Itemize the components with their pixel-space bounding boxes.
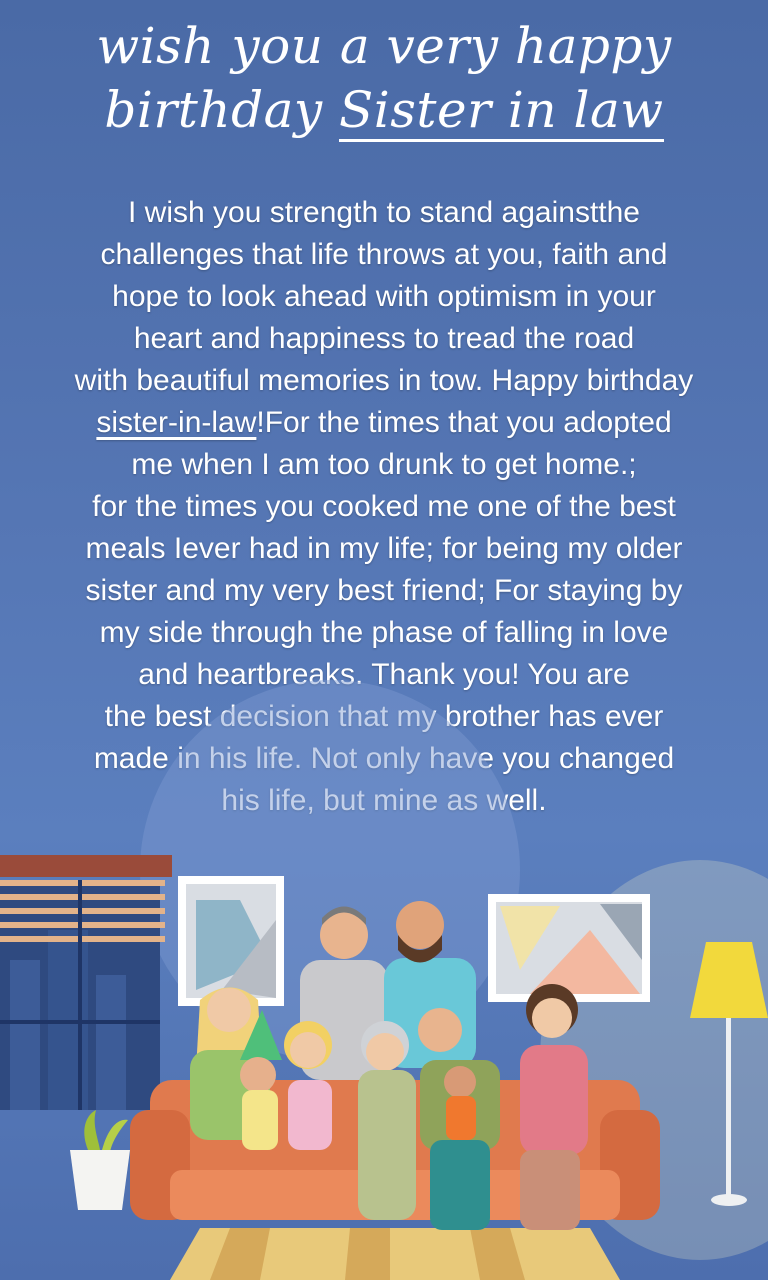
potted-plant-icon bbox=[70, 1110, 130, 1210]
message-line-rest: !For the times that you adopted bbox=[256, 406, 672, 439]
greeting-title: wish you a very happy birthday Sister in… bbox=[0, 14, 768, 142]
toddler-seated bbox=[444, 1066, 476, 1140]
message-line: sister-in-law!For the times that you ado… bbox=[8, 402, 760, 444]
girl-seated bbox=[284, 1021, 332, 1150]
message-line: hope to look ahead with optimism in your bbox=[112, 280, 656, 313]
title-line-2-prefix: birthday bbox=[104, 81, 340, 139]
message-line: me when I am too drunk to get home.; bbox=[131, 448, 637, 481]
title-line-1: wish you a very happy bbox=[96, 17, 672, 75]
wall-picture-icon bbox=[488, 894, 650, 1002]
message-line: I wish you strength to stand againstthe bbox=[128, 196, 640, 229]
message-line: with beautiful memories in tow. Happy bi… bbox=[74, 364, 694, 397]
message-line: meals Iever had in my life; for being my… bbox=[85, 532, 683, 565]
family-on-sofa-illustration bbox=[0, 680, 768, 1280]
message-line: for the times you cooked me one of the b… bbox=[92, 490, 676, 523]
message-line: my side through the phase of falling in … bbox=[99, 616, 669, 649]
message-line: heart and happiness to tread the road bbox=[133, 322, 635, 355]
window-blinds-icon bbox=[0, 855, 172, 1110]
grandmother-seated bbox=[358, 1021, 416, 1220]
sister-in-law-link[interactable]: sister-in-law bbox=[96, 406, 256, 439]
message-line: sister and my very best friend; For stay… bbox=[85, 574, 683, 607]
title-line-2: birthday Sister in law bbox=[0, 78, 768, 142]
title-highlight: Sister in law bbox=[339, 81, 664, 142]
message-line: challenges that life throws at you, fait… bbox=[100, 238, 668, 271]
wall-picture-icon bbox=[178, 876, 284, 1006]
